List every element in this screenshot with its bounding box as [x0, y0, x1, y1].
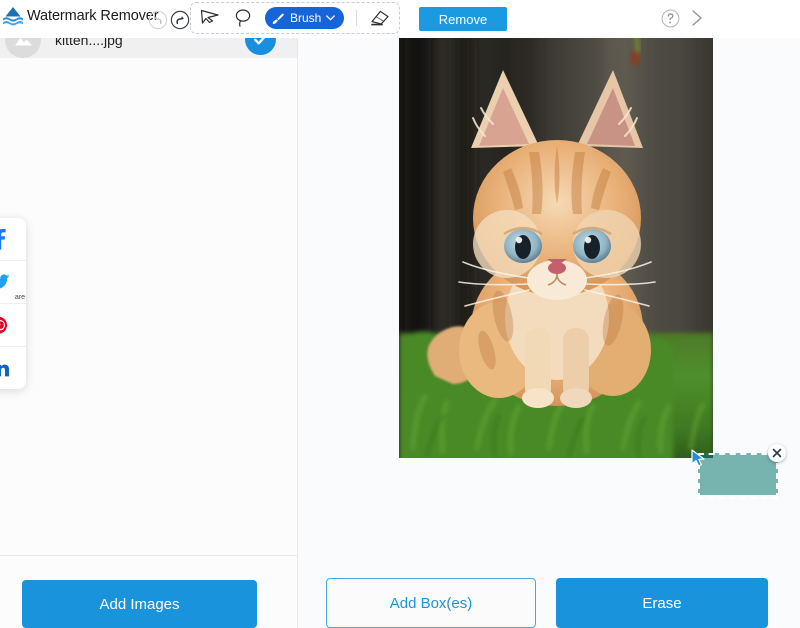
selection-outline: [698, 453, 778, 499]
sidebar-divider: [0, 555, 297, 556]
brush-label: Brush: [290, 11, 321, 25]
share-twitter-button[interactable]: are: [0, 261, 26, 304]
twitter-bird-icon: [0, 274, 10, 290]
chevron-down-icon: [326, 15, 335, 21]
eraser-icon[interactable]: [369, 8, 391, 28]
redo-arrow-icon[interactable]: [170, 10, 190, 30]
kitten-photo-graphic: [399, 28, 713, 458]
pointer-cursor-icon: [690, 449, 706, 467]
share-facebook-button[interactable]: [0, 218, 26, 261]
app-title: Watermark Remover: [27, 8, 159, 24]
brand[interactable]: Watermark Remover: [2, 6, 159, 26]
remove-button[interactable]: Remove: [419, 7, 507, 31]
social-share-widget: are: [0, 218, 26, 389]
share-linkedin-button[interactable]: [0, 347, 26, 389]
drawing-tool-cluster: Brush: [190, 2, 400, 34]
water-drop-wave-logo: [2, 6, 24, 26]
brush-tool-button[interactable]: Brush: [265, 7, 344, 29]
add-images-button[interactable]: Add Images: [22, 580, 257, 628]
kitten-photo[interactable]: [399, 28, 713, 458]
share-caption: are: [15, 294, 25, 301]
paintbrush-icon: [272, 12, 285, 25]
linkedin-icon: [0, 359, 10, 377]
pinterest-icon: [0, 316, 9, 335]
toolbar-divider: [356, 10, 357, 26]
selection-box[interactable]: [698, 453, 778, 499]
add-boxes-button[interactable]: Add Box(es): [326, 578, 536, 628]
close-circle-icon[interactable]: [768, 444, 786, 462]
top-toolbar: Watermark Remover: [0, 0, 800, 38]
canvas-action-bar: Add Box(es) Erase: [299, 556, 800, 628]
watermark-remover-app: Add Box(es) Erase kitten....jpg Add Imag…: [0, 0, 800, 628]
file-sidebar: kitten....jpg Add Images: [0, 0, 298, 628]
lasso-icon[interactable]: [233, 8, 253, 28]
image-canvas[interactable]: [299, 38, 800, 555]
erase-button[interactable]: Erase: [556, 578, 768, 628]
undo-arrow-icon[interactable]: [148, 10, 168, 30]
chevron-right-icon[interactable]: [688, 8, 706, 28]
polygon-lasso-icon[interactable]: [199, 8, 221, 28]
facebook-icon: [0, 228, 7, 250]
question-mark-icon[interactable]: [661, 9, 680, 28]
share-pinterest-button[interactable]: [0, 304, 26, 347]
